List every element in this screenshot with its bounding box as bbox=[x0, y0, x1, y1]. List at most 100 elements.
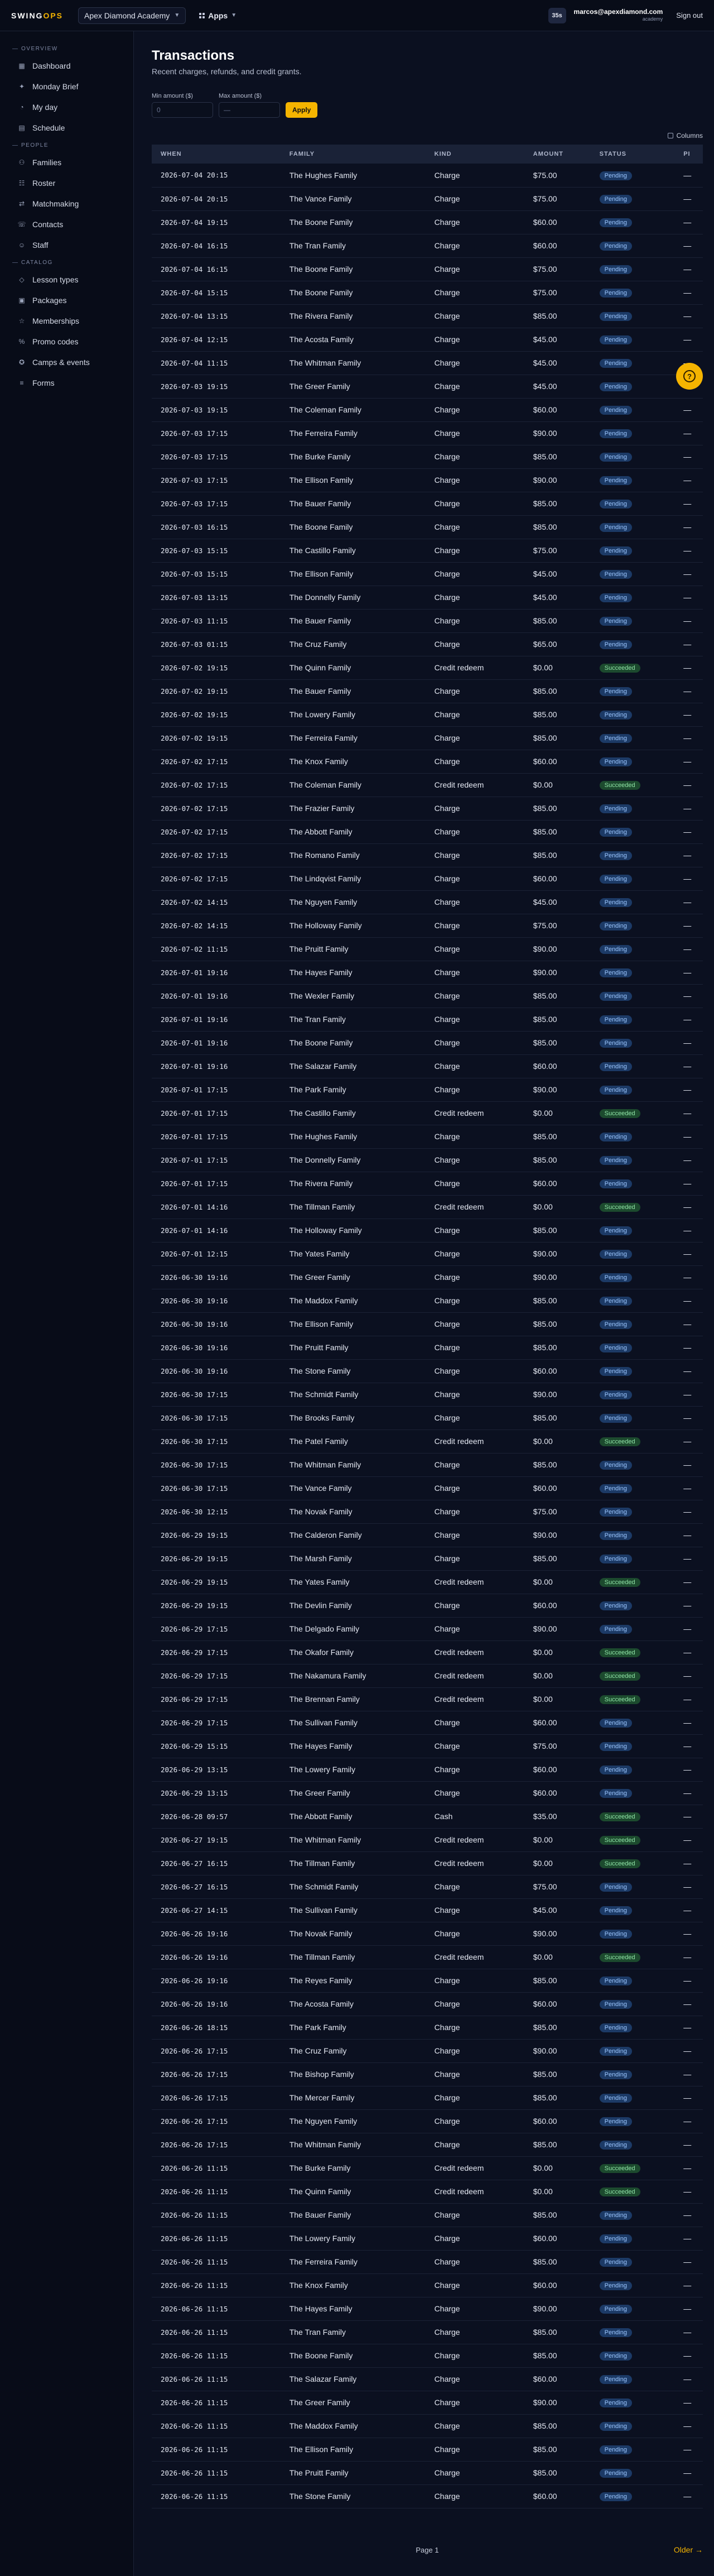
table-row[interactable]: 2026-07-02 19:15 The Lowery Family Charge $… bbox=[152, 703, 703, 726]
table-row[interactable]: 2026-07-01 17:15 The Donnelly Family Charg… bbox=[152, 1148, 703, 1172]
table-row[interactable]: 2026-07-03 17:15 The Burke Family Charge $8… bbox=[152, 445, 703, 468]
table-row[interactable]: 2026-07-03 19:15 The Greer Family Charge $4… bbox=[152, 375, 703, 398]
table-row[interactable]: 2026-06-30 19:16 The Greer Family Charge $9… bbox=[152, 1265, 703, 1289]
table-row[interactable]: 2026-07-04 12:15 The Acosta Family Charge $… bbox=[152, 328, 703, 351]
max-amount-input[interactable] bbox=[219, 102, 280, 118]
column-header-when[interactable]: WHEN bbox=[152, 145, 281, 164]
column-header-family[interactable]: FAMILY bbox=[281, 145, 426, 164]
table-row[interactable]: 2026-07-01 17:15 The Rivera Family Charge $… bbox=[152, 1172, 703, 1195]
sidebar-item-packages[interactable]: ▣ Packages bbox=[0, 290, 133, 310]
table-row[interactable]: 2026-07-03 16:15 The Boone Family Charge $8… bbox=[152, 515, 703, 539]
table-row[interactable]: 2026-07-01 17:15 The Park Family Charge $90… bbox=[152, 1078, 703, 1101]
table-row[interactable]: 2026-07-02 17:15 The Coleman Family Credit… bbox=[152, 773, 703, 797]
table-row[interactable]: 2026-06-26 11:15 The Hayes Family Charge $9… bbox=[152, 2297, 703, 2320]
table-row[interactable]: 2026-06-27 19:15 The Whitman Family Credit… bbox=[152, 1828, 703, 1851]
table-row[interactable]: 2026-06-26 11:15 The Ellison Family Charge… bbox=[152, 2438, 703, 2461]
table-row[interactable]: 2026-06-30 17:15 The Brooks Family Charge $… bbox=[152, 1406, 703, 1429]
table-row[interactable]: 2026-06-29 17:15 The Delgado Family Charge… bbox=[152, 1617, 703, 1640]
table-row[interactable]: 2026-07-04 20:15 The Hughes Family Charge $… bbox=[152, 164, 703, 187]
table-row[interactable]: 2026-07-01 19:16 The Boone Family Charge $8… bbox=[152, 1031, 703, 1054]
table-row[interactable]: 2026-06-30 17:15 The Schmidt Family Charge… bbox=[152, 1383, 703, 1406]
table-row[interactable]: 2026-07-02 17:15 The Abbott Family Charge $… bbox=[152, 820, 703, 843]
table-row[interactable]: 2026-06-28 09:57 The Abbott Family Cash $35… bbox=[152, 1805, 703, 1828]
sidebar-item-dashboard[interactable]: ▦ Dashboard bbox=[0, 55, 133, 76]
table-row[interactable]: 2026-06-29 19:15 The Calderon Family Charg… bbox=[152, 1523, 703, 1547]
table-row[interactable]: 2026-06-27 16:15 The Tillman Family Credit… bbox=[152, 1851, 703, 1875]
table-row[interactable]: 2026-07-02 19:15 The Bauer Family Charge $8… bbox=[152, 679, 703, 703]
columns-button[interactable]: Columns bbox=[667, 132, 703, 140]
table-row[interactable]: 2026-06-26 17:15 The Mercer Family Charge $… bbox=[152, 2086, 703, 2109]
table-row[interactable]: 2026-06-30 17:15 The Vance Family Charge $6… bbox=[152, 1476, 703, 1500]
table-row[interactable]: 2026-06-26 11:15 The Maddox Family Charge $… bbox=[152, 2414, 703, 2438]
table-row[interactable]: 2026-06-29 19:15 The Yates Family Credit r… bbox=[152, 1570, 703, 1594]
timer-badge[interactable]: 35s bbox=[548, 7, 566, 23]
table-row[interactable]: 2026-06-26 19:16 The Reyes Family Charge $8… bbox=[152, 1969, 703, 1992]
table-row[interactable]: 2026-06-29 13:15 The Lowery Family Charge $… bbox=[152, 1758, 703, 1781]
table-row[interactable]: 2026-07-04 11:15 The Whitman Family Charge… bbox=[152, 351, 703, 375]
table-row[interactable]: 2026-07-02 11:15 The Pruitt Family Charge $… bbox=[152, 937, 703, 961]
table-row[interactable]: 2026-07-03 13:15 The Donnelly Family Charg… bbox=[152, 586, 703, 609]
table-row[interactable]: 2026-07-03 15:15 The Ellison Family Charge… bbox=[152, 562, 703, 586]
apply-button[interactable]: Apply bbox=[286, 102, 318, 118]
sidebar-item-monday-brief[interactable]: ✦ Monday Brief bbox=[0, 76, 133, 97]
sidebar-item-roster[interactable]: ☷ Roster bbox=[0, 172, 133, 193]
table-row[interactable]: 2026-07-03 17:15 The Bauer Family Charge $8… bbox=[152, 492, 703, 515]
table-row[interactable]: 2026-06-30 17:15 The Whitman Family Charge… bbox=[152, 1453, 703, 1476]
table-row[interactable]: 2026-07-03 01:15 The Cruz Family Charge $65… bbox=[152, 632, 703, 656]
table-row[interactable]: 2026-06-30 19:16 The Ellison Family Charge… bbox=[152, 1312, 703, 1336]
sidebar-item-memberships[interactable]: ☆ Memberships bbox=[0, 310, 133, 331]
table-row[interactable]: 2026-06-26 17:15 The Nguyen Family Charge $… bbox=[152, 2109, 703, 2133]
older-link[interactable]: Older → bbox=[674, 2545, 703, 2554]
table-row[interactable]: 2026-06-26 17:15 The Cruz Family Charge $90… bbox=[152, 2039, 703, 2062]
table-row[interactable]: 2026-07-01 19:16 The Wexler Family Charge $… bbox=[152, 984, 703, 1008]
table-row[interactable]: 2026-06-29 17:15 The Sullivan Family Charg… bbox=[152, 1711, 703, 1734]
table-row[interactable]: 2026-07-02 17:15 The Frazier Family Charge… bbox=[152, 797, 703, 820]
table-row[interactable]: 2026-06-26 11:15 The Stone Family Charge $6… bbox=[152, 2484, 703, 2508]
table-row[interactable]: 2026-07-04 15:15 The Boone Family Charge $7… bbox=[152, 281, 703, 304]
sign-out-link[interactable]: Sign out bbox=[676, 11, 703, 20]
table-row[interactable]: 2026-07-01 17:15 The Castillo Family Credi… bbox=[152, 1101, 703, 1125]
table-row[interactable]: 2026-07-02 17:15 The Romano Family Charge $… bbox=[152, 843, 703, 867]
table-row[interactable]: 2026-07-01 14:16 The Holloway Family Charg… bbox=[152, 1219, 703, 1242]
app-logo[interactable]: SWINGOPS bbox=[11, 11, 78, 20]
table-row[interactable]: 2026-06-26 11:15 The Bauer Family Charge $8… bbox=[152, 2203, 703, 2227]
table-row[interactable]: 2026-06-26 19:16 The Acosta Family Charge $… bbox=[152, 1992, 703, 2016]
table-row[interactable]: 2026-06-26 19:16 The Novak Family Charge $9… bbox=[152, 1922, 703, 1945]
table-row[interactable]: 2026-06-29 17:15 The Okafor Family Credit … bbox=[152, 1640, 703, 1664]
table-row[interactable]: 2026-07-02 19:15 The Ferreira Family Charg… bbox=[152, 726, 703, 750]
table-row[interactable]: 2026-06-29 15:15 The Hayes Family Charge $7… bbox=[152, 1734, 703, 1758]
table-row[interactable]: 2026-06-26 19:16 The Tillman Family Credit… bbox=[152, 1945, 703, 1969]
column-header-amount[interactable]: AMOUNT bbox=[524, 145, 591, 164]
table-row[interactable]: 2026-06-26 11:15 The Pruitt Family Charge $… bbox=[152, 2461, 703, 2484]
sidebar-item-lesson-types[interactable]: ◇ Lesson types bbox=[0, 269, 133, 290]
table-row[interactable]: 2026-06-29 17:15 The Nakamura Family Credi… bbox=[152, 1664, 703, 1687]
table-row[interactable]: 2026-06-29 19:15 The Marsh Family Charge $8… bbox=[152, 1547, 703, 1570]
sidebar-item-contacts[interactable]: ☏ Contacts bbox=[0, 214, 133, 234]
sidebar-item-matchmaking[interactable]: ⇄ Matchmaking bbox=[0, 193, 133, 214]
table-row[interactable]: 2026-06-29 17:15 The Brennan Family Credit… bbox=[152, 1687, 703, 1711]
column-header-pi[interactable]: PI bbox=[674, 145, 703, 164]
table-row[interactable]: 2026-07-03 17:15 The Ferreira Family Charg… bbox=[152, 421, 703, 445]
table-row[interactable]: 2026-06-30 19:16 The Stone Family Charge $6… bbox=[152, 1359, 703, 1383]
min-amount-input[interactable] bbox=[152, 102, 213, 118]
table-row[interactable]: 2026-06-26 11:15 The Ferreira Family Charg… bbox=[152, 2250, 703, 2273]
sidebar-item-forms[interactable]: ≡ Forms bbox=[0, 372, 133, 393]
table-row[interactable]: 2026-06-26 11:15 The Greer Family Charge $9… bbox=[152, 2391, 703, 2414]
table-row[interactable]: 2026-06-27 14:15 The Sullivan Family Charg… bbox=[152, 1898, 703, 1922]
table-row[interactable]: 2026-07-01 17:15 The Hughes Family Charge $… bbox=[152, 1125, 703, 1148]
sidebar-item-staff[interactable]: ☺ Staff bbox=[0, 234, 133, 255]
table-row[interactable]: 2026-07-02 19:15 The Quinn Family Credit r… bbox=[152, 656, 703, 679]
table-row[interactable]: 2026-06-30 17:15 The Patel Family Credit r… bbox=[152, 1429, 703, 1453]
table-row[interactable]: 2026-07-03 19:15 The Coleman Family Charge… bbox=[152, 398, 703, 421]
table-row[interactable]: 2026-07-02 14:15 The Holloway Family Charg… bbox=[152, 914, 703, 937]
table-row[interactable]: 2026-07-04 13:15 The Rivera Family Charge $… bbox=[152, 304, 703, 328]
table-row[interactable]: 2026-07-01 12:15 The Yates Family Charge $9… bbox=[152, 1242, 703, 1265]
sidebar-item-families[interactable]: ⚇ Families bbox=[0, 152, 133, 172]
table-row[interactable]: 2026-07-03 17:15 The Ellison Family Charge… bbox=[152, 468, 703, 492]
table-row[interactable]: 2026-07-03 15:15 The Castillo Family Charg… bbox=[152, 539, 703, 562]
academy-switcher[interactable]: Apex Diamond Academy ▼ bbox=[78, 7, 186, 24]
table-row[interactable]: 2026-06-29 13:15 The Greer Family Charge $6… bbox=[152, 1781, 703, 1805]
table-row[interactable]: 2026-07-01 19:16 The Tran Family Charge $85… bbox=[152, 1008, 703, 1031]
apps-menu-button[interactable]: Apps ▼ bbox=[194, 7, 242, 24]
table-row[interactable]: 2026-07-03 11:15 The Bauer Family Charge $8… bbox=[152, 609, 703, 632]
